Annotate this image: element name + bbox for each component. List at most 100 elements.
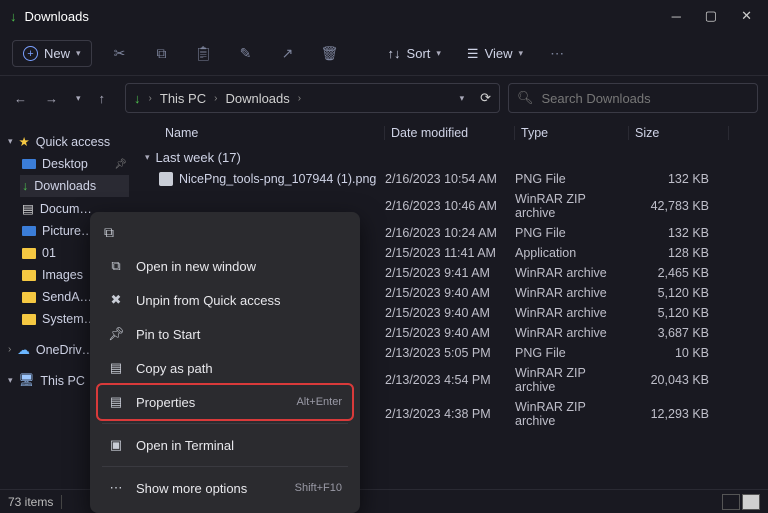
- cut-icon[interactable]: ✂: [106, 45, 134, 62]
- file-type: WinRAR ZIP archive: [515, 400, 629, 428]
- chevron-right-icon: ›: [214, 93, 217, 104]
- view-icon: ☰: [467, 46, 479, 62]
- sidebar-item-downloads[interactable]: ↓Downloads: [20, 175, 129, 197]
- file-type: PNG File: [515, 226, 629, 240]
- file-icon: [159, 199, 173, 213]
- ctx-unpin[interactable]: ✖Unpin from Quick access: [98, 283, 352, 317]
- column-headers: Name Date modified Type Size: [135, 120, 768, 146]
- view-label: View: [485, 46, 513, 61]
- file-type: Application: [515, 246, 629, 260]
- file-type: WinRAR archive: [515, 326, 629, 340]
- sidebar-item-label: SendA…: [42, 290, 92, 304]
- ctx-more-options[interactable]: ⋯Show more optionsShift+F10: [98, 471, 352, 505]
- up-button[interactable]: ↑: [99, 91, 106, 106]
- ctx-pin-start[interactable]: 📌︎Pin to Start: [98, 317, 352, 351]
- table-row[interactable]: NicePng_tools-png_107944 (1).png2/16/202…: [135, 169, 768, 189]
- file-type: WinRAR archive: [515, 266, 629, 280]
- sort-button[interactable]: ↑↓ Sort ▾: [382, 42, 447, 65]
- document-icon: ▤: [22, 201, 34, 216]
- paste-icon[interactable]: 📋︎: [190, 45, 218, 62]
- properties-icon: ▤: [108, 394, 124, 410]
- search-icon: 🔍︎: [517, 90, 534, 106]
- breadcrumb[interactable]: Downloads: [225, 91, 289, 106]
- column-size[interactable]: Size: [629, 126, 729, 140]
- back-button[interactable]: ←: [14, 91, 27, 106]
- more-icon[interactable]: ⋯: [543, 45, 571, 62]
- sort-label: Sort: [407, 46, 431, 61]
- details-view-toggle[interactable]: [722, 494, 740, 510]
- ctx-terminal[interactable]: ▣Open in Terminal: [98, 428, 352, 462]
- minimize-button[interactable]: ─: [672, 9, 681, 24]
- file-size: 128 KB: [629, 246, 729, 260]
- pin-icon: 📌︎: [114, 159, 127, 170]
- new-label: New: [44, 46, 70, 61]
- copy-icon[interactable]: ⧉: [148, 45, 176, 62]
- chevron-down-icon: ▾: [76, 48, 81, 59]
- sidebar-item-label: This PC: [40, 374, 84, 388]
- window-controls: ─ ▢ ✕: [672, 8, 758, 24]
- delete-icon[interactable]: 🗑︎: [316, 45, 344, 62]
- folder-icon: [22, 292, 36, 303]
- sidebar-item-label: Downloads: [34, 179, 96, 193]
- new-button[interactable]: + New ▾: [12, 40, 92, 67]
- file-date: 2/15/2023 11:41 AM: [385, 246, 515, 260]
- sidebar-quick-access[interactable]: ▾ ★ Quick access: [6, 130, 129, 153]
- file-date: 2/15/2023 9:40 AM: [385, 326, 515, 340]
- recent-button[interactable]: ▾: [76, 93, 81, 104]
- file-size: 42,783 KB: [629, 199, 729, 213]
- file-date: 2/13/2023 5:05 PM: [385, 346, 515, 360]
- file-date: 2/13/2023 4:54 PM: [385, 373, 515, 387]
- sidebar-item-label: Desktop: [42, 157, 88, 171]
- titlebar: ↓ Downloads ─ ▢ ✕: [0, 0, 768, 32]
- file-date: 2/13/2023 4:38 PM: [385, 407, 515, 421]
- search-input[interactable]: 🔍︎ Search Downloads: [508, 83, 758, 113]
- sidebar-item-label: Docum…: [40, 202, 92, 216]
- forward-button[interactable]: →: [45, 91, 58, 106]
- share-icon[interactable]: ↗: [274, 45, 302, 62]
- download-icon: ↓: [134, 91, 141, 106]
- file-type: PNG File: [515, 346, 629, 360]
- address-bar[interactable]: ↓ › This PC › Downloads › ▾ ⟳: [125, 83, 500, 113]
- desktop-icon: [22, 159, 36, 169]
- column-name[interactable]: Name: [159, 126, 385, 140]
- ctx-copy-path[interactable]: ▤Copy as path: [98, 351, 352, 385]
- file-size: 2,465 KB: [629, 266, 729, 280]
- file-type: WinRAR ZIP archive: [515, 192, 629, 220]
- pc-icon: 🖥︎: [19, 373, 35, 388]
- column-date[interactable]: Date modified: [385, 126, 515, 140]
- close-button[interactable]: ✕: [741, 8, 752, 24]
- view-button[interactable]: ☰ View ▾: [461, 42, 529, 66]
- file-type: WinRAR archive: [515, 286, 629, 300]
- pin-icon: 📌︎: [108, 326, 124, 342]
- group-header[interactable]: ▾ Last week (17): [135, 146, 768, 169]
- file-size: 132 KB: [629, 226, 729, 240]
- file-size: 132 KB: [629, 172, 729, 186]
- sidebar-item-label: Quick access: [36, 135, 110, 149]
- sidebar-item-label: Picture…: [42, 224, 93, 238]
- separator: [102, 466, 348, 467]
- sidebar-item-desktop[interactable]: Desktop 📌︎: [20, 153, 129, 175]
- column-type[interactable]: Type: [515, 126, 629, 140]
- file-name: NicePng_tools-png_107944 (1).png: [179, 172, 376, 186]
- maximize-button[interactable]: ▢: [705, 8, 717, 24]
- folder-icon: [22, 270, 36, 281]
- refresh-icon[interactable]: ⟳: [480, 90, 491, 106]
- thumbnail-view-toggle[interactable]: [742, 494, 760, 510]
- sidebar-item-label: OneDriv…: [36, 343, 94, 357]
- chevron-down-icon: ▾: [519, 48, 524, 59]
- ctx-properties[interactable]: ▤PropertiesAlt+Enter: [98, 385, 352, 419]
- file-type: PNG File: [515, 172, 629, 186]
- status-item-count: 73 items: [8, 495, 53, 509]
- chevron-down-icon[interactable]: ▾: [460, 93, 465, 104]
- terminal-icon: ▣: [108, 437, 124, 453]
- breadcrumb[interactable]: This PC: [160, 91, 206, 106]
- file-date: 2/15/2023 9:40 AM: [385, 286, 515, 300]
- rename-icon[interactable]: ✎: [232, 45, 260, 62]
- ctx-open-new-window[interactable]: ⧉Open in new window: [98, 249, 352, 283]
- file-size: 3,687 KB: [629, 326, 729, 340]
- copy-icon[interactable]: ⧉: [104, 224, 114, 241]
- chevron-down-icon: ▾: [145, 152, 150, 163]
- file-date: 2/15/2023 9:41 AM: [385, 266, 515, 280]
- file-size: 20,043 KB: [629, 373, 729, 387]
- file-type: WinRAR archive: [515, 306, 629, 320]
